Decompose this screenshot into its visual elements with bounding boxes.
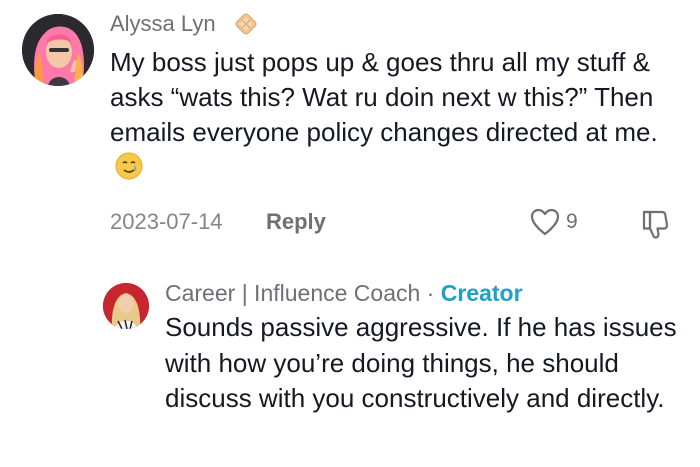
badge-icon (233, 11, 259, 37)
creator-tag: Creator (440, 280, 523, 306)
like-count: 9 (566, 210, 578, 233)
avatar[interactable] (22, 14, 94, 86)
heart-outline-icon[interactable] (529, 207, 561, 237)
comment-date: 2023-07-14 (110, 209, 223, 234)
reply-text: Sounds passive aggressive. If he has iss… (165, 312, 677, 413)
reply-header: Career | Influence Coach · Creator (165, 279, 523, 307)
comment-text: My boss just pops up & goes thru all my … (110, 45, 685, 190)
thumbs-down-icon[interactable] (638, 206, 672, 240)
reply-button[interactable]: Reply (266, 208, 326, 236)
comment-body: My boss just pops up & goes thru all my … (110, 47, 658, 147)
separator-dot: · (420, 280, 441, 306)
smiling-face-with-tear-emoji (114, 151, 144, 190)
comment-username[interactable]: Alyssa Lyn (110, 11, 216, 37)
reply-avatar[interactable] (103, 283, 149, 329)
reply-username[interactable]: Career | Influence Coach (165, 280, 420, 306)
